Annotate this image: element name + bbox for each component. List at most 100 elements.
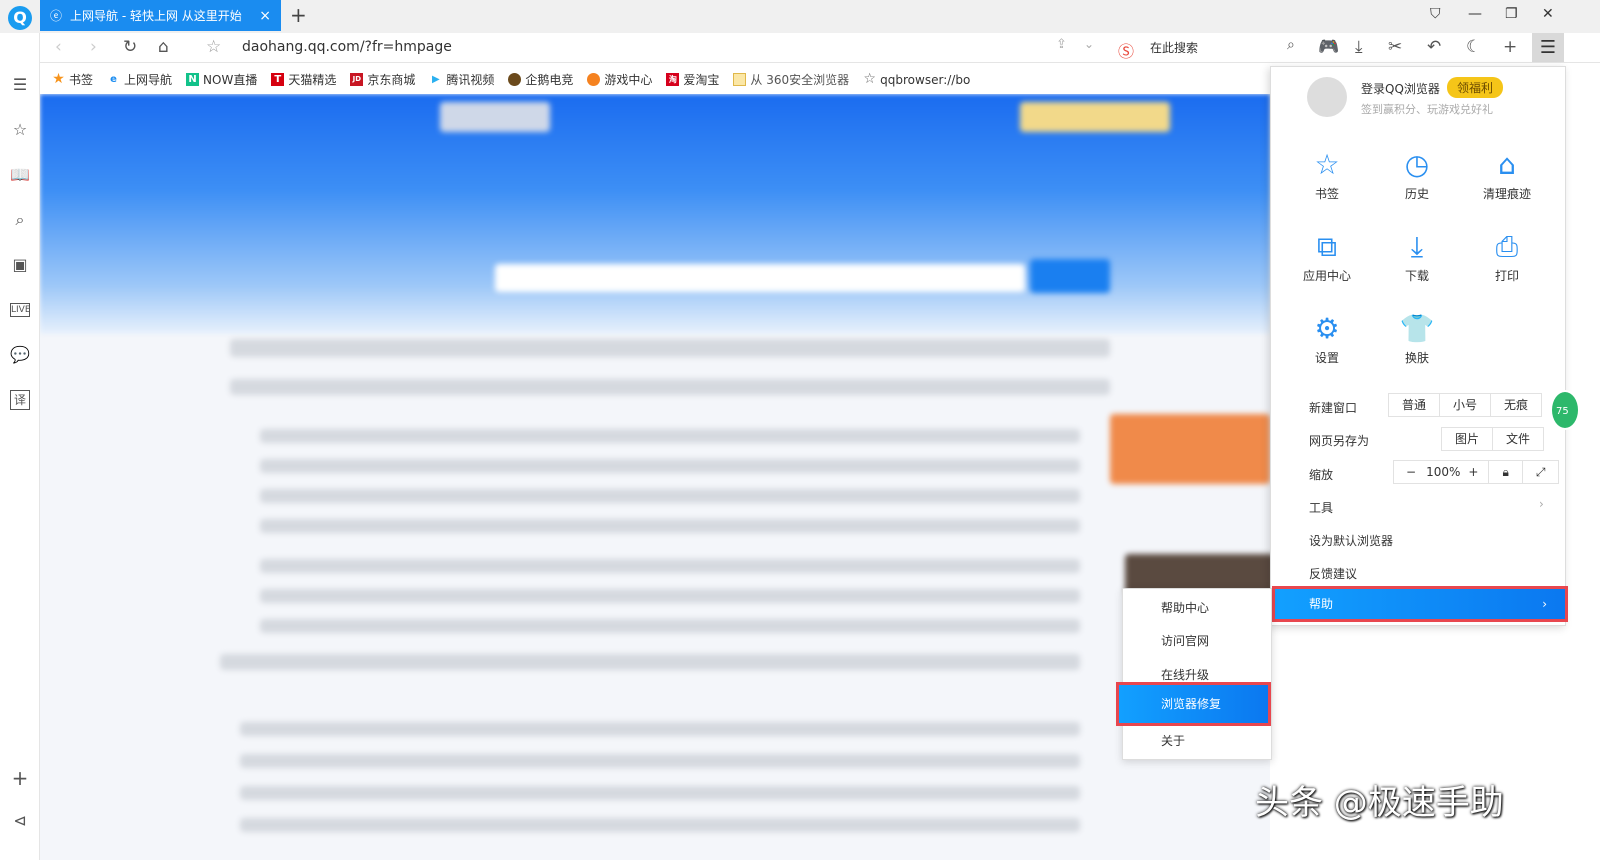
save-as-options: 图片 文件 <box>1441 427 1545 451</box>
new-window-label: 新建窗口 <box>1309 401 1358 415</box>
qq-browser-logo[interactable]: Q <box>8 6 32 30</box>
menu-set-default[interactable]: 设为默认浏览器 <box>1309 532 1393 549</box>
favorite-star-icon[interactable]: ☆ <box>206 37 221 57</box>
translate-icon[interactable]: 译 <box>10 390 30 410</box>
submenu-browser-repair[interactable]: 浏览器修复 <box>1116 682 1271 726</box>
menu-history[interactable]: ◷ 历史 <box>1372 145 1462 202</box>
save-as-file[interactable]: 文件 <box>1492 428 1543 450</box>
bookmark-item[interactable]: T 天猫精选 <box>271 71 336 88</box>
undo-icon[interactable]: ↶ <box>1427 37 1441 57</box>
address-bar[interactable]: daohang.qq.com/?fr=hmpage <box>242 39 452 55</box>
menu-download[interactable]: ⤓ 下载 <box>1372 227 1462 284</box>
close-window-button[interactable]: ✕ <box>1542 6 1554 22</box>
login-subtitle: 签到赢积分、玩游戏兑好礼 <box>1361 103 1493 116</box>
bookmark-item[interactable]: 游戏中心 <box>587 71 652 88</box>
video-icon[interactable]: ▣ <box>10 255 30 275</box>
welfare-button[interactable]: 领福利 <box>1447 77 1504 98</box>
fullscreen-icon[interactable]: ⤢ <box>1521 461 1559 483</box>
shirt-icon: 👕 <box>1399 312 1435 345</box>
bookmark-item[interactable]: 淘爱淘宝 <box>666 71 719 88</box>
skin-icon[interactable]: ⛉ <box>1430 6 1441 22</box>
new-window-incognito[interactable]: 无痕 <box>1490 394 1541 416</box>
avatar[interactable] <box>1307 77 1347 117</box>
bookmark-item[interactable]: ☆ qqbrowser://bo <box>863 71 970 87</box>
clean-icon: ⌂ <box>1498 148 1516 181</box>
add-icon[interactable]: + <box>1503 37 1517 57</box>
bookmark-item[interactable]: 企鹅电竞 <box>508 71 573 88</box>
lock-icon[interactable]: 🔒︎ <box>1488 461 1521 483</box>
clock-icon: ◷ <box>1404 148 1430 181</box>
news-icon[interactable]: ☰ <box>10 75 30 95</box>
gear-icon: ⚙ <box>1314 312 1340 345</box>
bookmark-item[interactable]: ▶ 腾讯视频 <box>429 71 494 88</box>
search-input[interactable]: 在此搜索 <box>1150 39 1198 56</box>
sogou-icon[interactable]: Ⓢ <box>1118 38 1134 62</box>
download-icon[interactable]: ⤓ <box>1355 37 1363 57</box>
blurred-page-content <box>40 94 1270 860</box>
add-icon[interactable]: + <box>10 766 30 790</box>
maximize-button[interactable]: ❐ <box>1505 6 1518 22</box>
zoom-out-button[interactable]: − <box>1394 461 1422 483</box>
ie-icon: e <box>110 74 117 85</box>
left-sidebar: ☰ ☆ 📖 ⌕ ▣ LIVE 💬 译 + ⊲ <box>0 33 40 860</box>
minimize-button[interactable]: — <box>1468 6 1482 22</box>
submenu-online-upgrade[interactable]: 在线升级 <box>1161 666 1209 683</box>
search-icon[interactable]: ⌕ <box>1287 37 1295 53</box>
home-button[interactable]: ⌂ <box>158 37 169 57</box>
game-icon[interactable]: 🎮 <box>1318 37 1339 57</box>
bookmark-item[interactable]: ★ 书签 <box>52 71 93 88</box>
chat-icon[interactable]: 💬 <box>10 345 30 365</box>
menu-clear-traces[interactable]: ⌂ 清理痕迹 <box>1462 145 1552 202</box>
menu-print[interactable]: ⎙ 打印 <box>1462 227 1552 284</box>
video-icon: ▶ <box>432 74 440 85</box>
menu-help[interactable]: 帮助 › <box>1272 586 1568 622</box>
save-as-image[interactable]: 图片 <box>1442 428 1492 450</box>
search-icon[interactable]: ⌕ <box>10 210 30 230</box>
reader-icon[interactable]: 📖 <box>10 165 30 185</box>
login-link[interactable]: 登录QQ浏览器 <box>1361 80 1440 97</box>
collapse-icon[interactable]: ⊲ <box>10 811 30 831</box>
zoom-label: 缩放 <box>1309 468 1334 482</box>
menu-bookmarks[interactable]: ☆ 书签 <box>1282 145 1372 202</box>
new-window-normal[interactable]: 普通 <box>1389 394 1439 416</box>
bookmark-item[interactable]: e 上网导航 <box>107 71 172 88</box>
bookmark-star-icon[interactable]: ☆ <box>10 120 30 140</box>
menu-settings[interactable]: ⚙ 设置 <box>1282 309 1372 366</box>
new-tab-button[interactable]: + <box>290 3 307 27</box>
bookmark-item[interactable]: JD 京东商城 <box>350 71 415 88</box>
zoom-in-button[interactable]: + <box>1464 461 1488 483</box>
game-center-icon <box>587 73 601 86</box>
zoom-value: 100% <box>1426 465 1461 479</box>
dropdown-icon[interactable]: ⌄ <box>1084 37 1094 51</box>
menu-app-center[interactable]: ⧉ 应用中心 <box>1282 227 1372 284</box>
back-button[interactable]: ‹ <box>55 37 62 57</box>
help-submenu: 帮助中心 访问官网 在线升级 关于 <box>1122 588 1272 760</box>
printer-icon: ⎙ <box>1495 230 1519 263</box>
taobao-icon: 淘 <box>666 73 680 86</box>
speed-badge[interactable]: 75 <box>1550 390 1580 430</box>
share-icon[interactable]: ⇪ <box>1056 37 1067 52</box>
live-icon[interactable]: LIVE <box>10 303 31 317</box>
submenu-about[interactable]: 关于 <box>1161 732 1185 749</box>
refresh-button[interactable]: ↻ <box>123 37 137 57</box>
main-menu-panel: 登录QQ浏览器 领福利 签到赢积分、玩游戏兑好礼 ☆ 书签 ◷ 历史 ⌂ 清理痕迹 ⧉… <box>1270 66 1566 626</box>
tab-favicon-icon: ⓔ <box>50 9 63 23</box>
menu-skin[interactable]: 👕 换肤 <box>1372 309 1462 366</box>
star-outline-icon: ☆ <box>863 71 876 87</box>
new-window-options: 普通 小号 无痕 <box>1388 393 1543 417</box>
menu-tools[interactable]: 工具 <box>1309 499 1333 516</box>
watermark: 头条 @极速手助 <box>1255 783 1504 823</box>
submenu-help-center[interactable]: 帮助中心 <box>1161 599 1209 616</box>
tab-close-icon[interactable]: × <box>259 8 271 24</box>
main-menu-button[interactable]: ☰ <box>1532 33 1564 62</box>
bookmark-folder[interactable]: 从 360安全浏览器 <box>733 71 849 88</box>
bookmark-item[interactable]: N NOW直播 <box>186 71 257 88</box>
menu-feedback[interactable]: 反馈建议 <box>1309 565 1357 582</box>
new-window-small[interactable]: 小号 <box>1439 394 1490 416</box>
screenshot-icon[interactable]: ✂ <box>1388 37 1402 57</box>
folder-icon <box>733 73 747 86</box>
forward-button[interactable]: › <box>90 37 97 57</box>
night-mode-icon[interactable]: ☾ <box>1466 37 1481 57</box>
submenu-official-site[interactable]: 访问官网 <box>1161 632 1209 649</box>
active-tab[interactable]: ⓔ 上网导航 - 轻快上网 从这里开始 × <box>40 0 281 31</box>
